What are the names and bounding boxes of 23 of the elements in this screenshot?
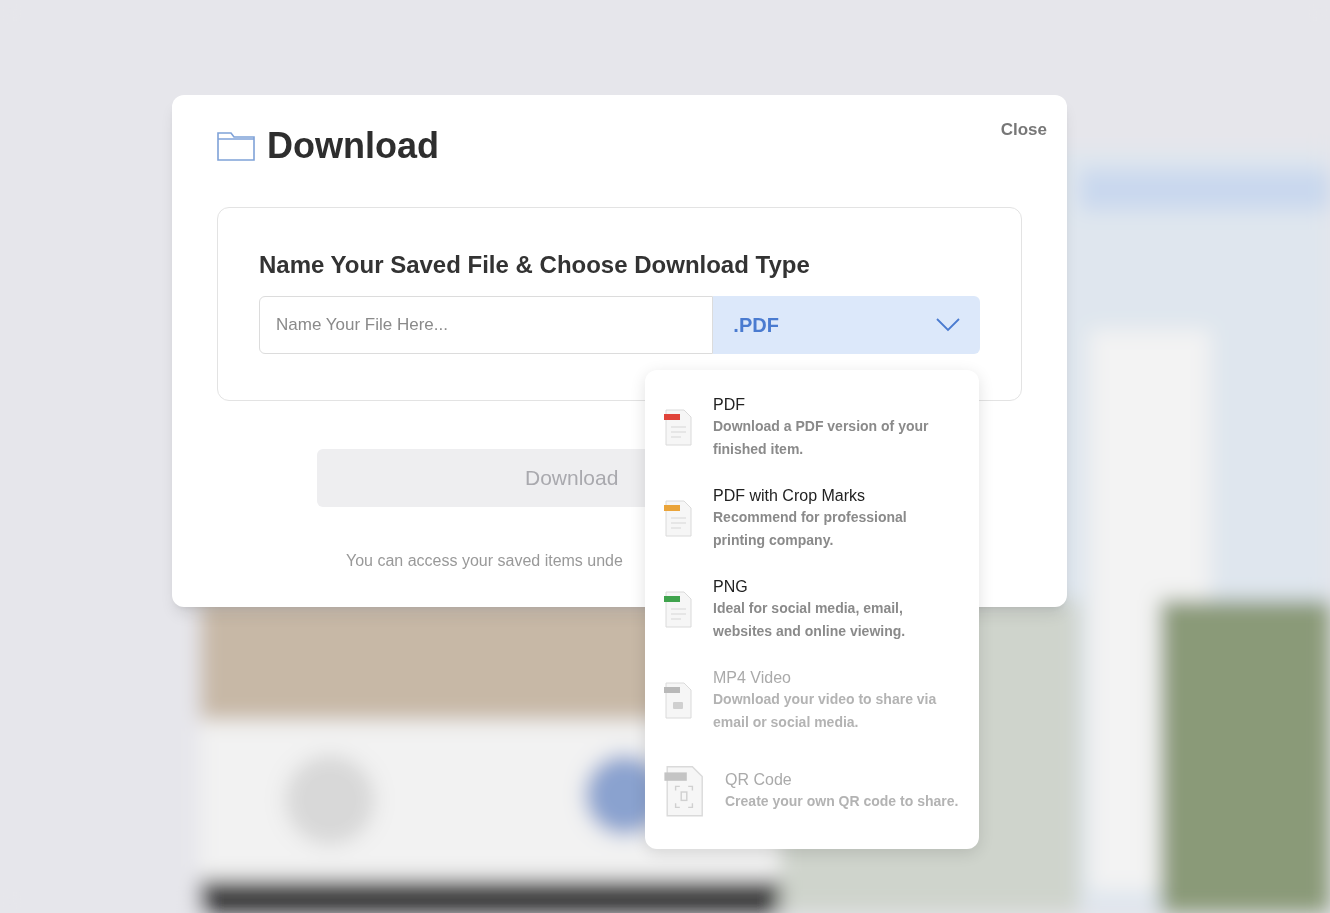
document-icon xyxy=(663,590,693,629)
option-title: QR Code xyxy=(725,770,793,790)
qr-code-file-icon xyxy=(663,764,705,819)
video-file-icon xyxy=(663,681,693,720)
document-icon xyxy=(663,408,693,447)
option-description: Download your video to share via email or social media. xyxy=(713,689,938,732)
option-description: Recommend for professional printing company. xyxy=(713,507,908,550)
option-description: Create your own QR code to share. xyxy=(725,792,960,811)
saved-items-note: You can access your saved items unde xyxy=(346,551,624,571)
form-heading: Name Your Saved File & Choose Download Type xyxy=(259,253,811,277)
option-title: MP4 Video xyxy=(713,667,792,688)
chevron-down-icon xyxy=(936,318,960,332)
folder-icon xyxy=(217,131,255,161)
option-title: PDF xyxy=(713,394,746,415)
option-title: PDF with Crop Marks xyxy=(713,485,867,506)
option-description: Ideal for social media, email, websites and online viewing. xyxy=(713,598,907,641)
file-type-option[interactable]: PNG Ideal for social media, email, websites and online viewing. xyxy=(645,564,979,655)
document-icon xyxy=(663,499,693,538)
file-name-field[interactable]: Name Your File Here... xyxy=(259,296,714,354)
file-type-select[interactable]: .PDF xyxy=(713,296,980,354)
option-title: PNG xyxy=(713,576,749,597)
close-button[interactable]: Close xyxy=(1000,117,1047,143)
dialog-title: Download xyxy=(267,128,439,164)
